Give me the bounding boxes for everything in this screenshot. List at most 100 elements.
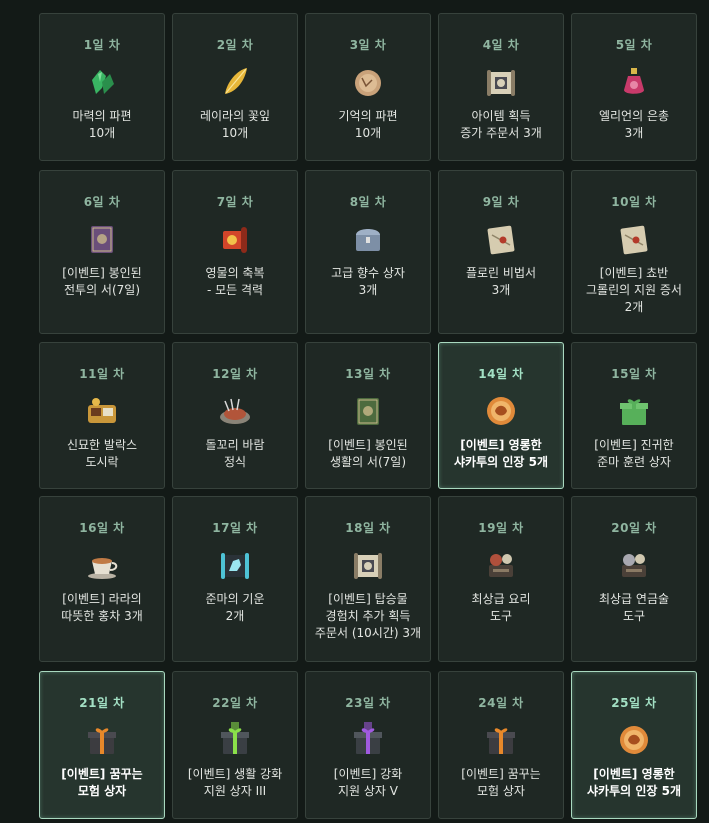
meat-dish-icon <box>217 393 253 429</box>
reward-card-day-18[interactable]: 18일 차 [이벤트] 탑승물 경험치 추가 획득 주문서 (10시간) 3개 <box>305 496 431 662</box>
day-label: 3일 차 <box>349 38 387 52</box>
potion-vial-icon <box>616 64 652 100</box>
reward-card-day-7[interactable]: 7일 차영물의 축복 - 모든 격력 <box>172 170 298 334</box>
day-label: 7일 차 <box>216 195 254 209</box>
reward-item-name: 플로린 비법서 3개 <box>465 266 537 297</box>
day-label: 15일 차 <box>611 367 657 381</box>
day-label: 4일 차 <box>482 38 520 52</box>
reward-card-day-23[interactable]: 23일 차 [이벤트] 강화 지원 상자 V <box>305 671 431 819</box>
reward-card-day-11[interactable]: 11일 차신묘한 발락스 도시락 <box>39 342 165 489</box>
reward-item-name: [이벤트] 쵸반 그롤린의 지원 증서 2개 <box>586 266 682 314</box>
reward-card-day-6[interactable]: 6일 차 [이벤트] 봉인된 전투의 서(7일) <box>39 170 165 334</box>
purple-glow-box-icon <box>350 722 386 758</box>
day-label: 19일 차 <box>478 521 524 535</box>
reward-item-name: 영물의 축복 - 모든 격력 <box>205 266 265 297</box>
reward-card-day-15[interactable]: 15일 차 [이벤트] 진귀한 준마 훈련 상자 <box>571 342 697 489</box>
reward-card-day-8[interactable]: 8일 차고급 향수 상자 3개 <box>305 170 431 334</box>
reward-item-name: 엘리언의 은총 3개 <box>598 109 670 140</box>
green-gift-box-icon <box>616 393 652 429</box>
reward-item-name: 고급 향수 상자 3개 <box>331 266 405 297</box>
perfume-chest-icon <box>350 221 386 257</box>
reward-card-day-1[interactable]: 1일 차마력의 파편 10개 <box>39 13 165 161</box>
secret-letter-icon <box>483 221 519 257</box>
reward-card-day-4[interactable]: 4일 차아이템 획득 증가 주문서 3개 <box>438 13 564 161</box>
scroll-icon <box>483 64 519 100</box>
reward-card-day-9[interactable]: 9일 차플로린 비법서 3개 <box>438 170 564 334</box>
sealed-life-book-icon <box>350 393 386 429</box>
day-label: 24일 차 <box>478 696 524 710</box>
adventure-gift-box-icon <box>483 722 519 758</box>
reward-card-day-2[interactable]: 2일 차레이라의 꽃잎 10개 <box>172 13 298 161</box>
reward-card-day-13[interactable]: 13일 차 [이벤트] 봉인된 생활의 서(7일) <box>305 342 431 489</box>
cooking-tools-icon <box>483 547 519 583</box>
reward-item-name: [이벤트] 진귀한 준마 훈련 상자 <box>594 438 674 469</box>
reward-card-day-17[interactable]: 17일 차준마의 기운 2개 <box>172 496 298 662</box>
reward-item-name: 준마의 기운 2개 <box>205 592 265 623</box>
red-blessing-scroll-icon <box>217 221 253 257</box>
day-label: 12일 차 <box>212 367 258 381</box>
reward-card-day-3[interactable]: 3일 차기억의 파편 10개 <box>305 13 431 161</box>
attendance-reward-grid: 1일 차 마력의 파편 10개 2일 차 레이라의 꽃잎 10개 3일 차 기억의 파편 … <box>39 13 697 819</box>
green-glow-box-icon <box>217 722 253 758</box>
day-label: 21일 차 <box>79 696 125 710</box>
golden-petal-icon <box>217 64 253 100</box>
reward-card-day-5[interactable]: 5일 차엘리언의 은총 3개 <box>571 13 697 161</box>
reward-card-day-19[interactable]: 19일 차최상급 요리 도구 <box>438 496 564 662</box>
memory-fragment-disc-icon <box>350 64 386 100</box>
reward-item-name: [이벤트] 강화 지원 상자 V <box>333 767 403 798</box>
sealed-battle-book-icon <box>84 221 120 257</box>
reward-card-day-22[interactable]: 22일 차 [이벤트] 생활 강화 지원 상자 III <box>172 671 298 819</box>
day-label: 22일 차 <box>212 696 258 710</box>
reward-item-name: [이벤트] 생활 강화 지원 상자 III <box>187 767 283 798</box>
mount-exp-scroll-icon <box>350 547 386 583</box>
reward-item-name: 기억의 파편 10개 <box>338 109 398 140</box>
reward-card-day-12[interactable]: 12일 차돌꼬리 바람 정식 <box>172 342 298 489</box>
day-label: 11일 차 <box>79 367 125 381</box>
day-label: 23일 차 <box>345 696 391 710</box>
day-label: 18일 차 <box>345 521 391 535</box>
day-label: 16일 차 <box>79 521 125 535</box>
day-label: 2일 차 <box>216 38 254 52</box>
day-label: 1일 차 <box>83 38 121 52</box>
reward-card-day-10[interactable]: 10일 차 [이벤트] 쵸반 그롤린의 지원 증서 2개 <box>571 170 697 334</box>
day-label: 6일 차 <box>83 195 121 209</box>
support-certificate-icon <box>616 221 652 257</box>
alchemy-tools-icon <box>616 547 652 583</box>
reward-item-name: 돌꼬리 바람 정식 <box>205 438 265 469</box>
reward-item-name: 마력의 파편 10개 <box>72 109 132 140</box>
reward-item-name: [이벤트] 영롱한 샤카투의 인장 5개 <box>454 438 548 469</box>
reward-card-day-14[interactable]: 14일 차 [이벤트] 영롱한 샤카투의 인장 5개 <box>438 342 564 489</box>
reward-card-day-25[interactable]: 25일 차 [이벤트] 영롱한 샤카투의 인장 5개 <box>571 671 697 819</box>
reward-item-name: 신묘한 발락스 도시락 <box>66 438 138 469</box>
day-label: 17일 차 <box>212 521 258 535</box>
reward-card-day-16[interactable]: 16일 차 [이벤트] 라라의 따뜻한 홍차 3개 <box>39 496 165 662</box>
reward-item-name: [이벤트] 탑승물 경험치 추가 획득 주문서 (10시간) 3개 <box>314 592 422 640</box>
reward-card-day-21[interactable]: 21일 차 [이벤트] 꿈꾸는 모험 상자 <box>39 671 165 819</box>
reward-item-name: [이벤트] 꿈꾸는 모험 상자 <box>461 767 541 798</box>
adventure-gift-box-icon <box>84 722 120 758</box>
day-label: 14일 차 <box>478 367 524 381</box>
day-label: 13일 차 <box>345 367 391 381</box>
day-label: 9일 차 <box>482 195 520 209</box>
shakatu-seal-icon <box>483 393 519 429</box>
day-label: 25일 차 <box>611 696 657 710</box>
shakatu-seal-icon <box>616 722 652 758</box>
tea-cup-icon <box>84 547 120 583</box>
reward-item-name: [이벤트] 영롱한 샤카투의 인장 5개 <box>587 767 681 798</box>
reward-item-name: 레이라의 꽃잎 10개 <box>199 109 271 140</box>
reward-item-name: 최상급 요리 도구 <box>471 592 531 623</box>
horse-scroll-icon <box>217 547 253 583</box>
reward-item-name: 최상급 연금술 도구 <box>598 592 670 623</box>
lunch-box-icon <box>84 393 120 429</box>
day-label: 20일 차 <box>611 521 657 535</box>
day-label: 8일 차 <box>349 195 387 209</box>
day-label: 5일 차 <box>615 38 653 52</box>
reward-item-name: [이벤트] 봉인된 생활의 서(7일) <box>328 438 408 469</box>
day-label: 10일 차 <box>611 195 657 209</box>
green-crystal-shard-icon <box>84 64 120 100</box>
reward-item-name: [이벤트] 봉인된 전투의 서(7일) <box>62 266 142 297</box>
reward-item-name: [이벤트] 꿈꾸는 모험 상자 <box>61 767 143 798</box>
reward-card-day-20[interactable]: 20일 차최상급 연금술 도구 <box>571 496 697 662</box>
reward-card-day-24[interactable]: 24일 차 [이벤트] 꿈꾸는 모험 상자 <box>438 671 564 819</box>
reward-item-name: 아이템 획득 증가 주문서 3개 <box>460 109 542 140</box>
